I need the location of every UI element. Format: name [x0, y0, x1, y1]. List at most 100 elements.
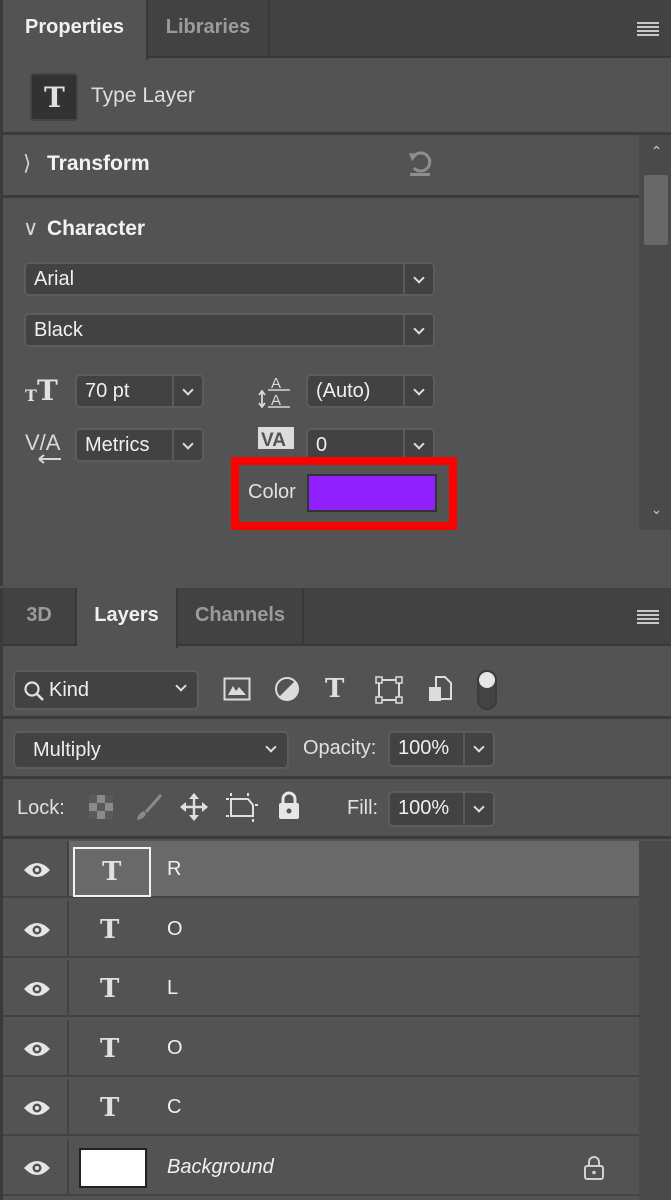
eye-icon [24, 1101, 50, 1115]
fill-input[interactable]: 100% [388, 791, 495, 827]
font-family-dropdown[interactable]: Arial [24, 262, 435, 296]
blend-mode-value: Multiply [33, 739, 101, 761]
opacity-input[interactable]: 100% [388, 731, 495, 767]
layer-name: Background [167, 1155, 274, 1178]
tab-libraries[interactable]: Libraries [148, 0, 270, 58]
layers-scrollbar-track[interactable] [639, 841, 671, 1200]
adjustment-layer-filter-icon[interactable] [274, 676, 300, 702]
font-size-icon: T T [25, 374, 58, 407]
chevron-down-icon [403, 264, 433, 294]
tab-channels[interactable]: Channels [178, 588, 304, 646]
chevron-down-icon [403, 315, 433, 345]
smart-object-filter-icon[interactable] [427, 675, 453, 703]
chevron-down-icon[interactable]: ⌄ [639, 501, 671, 518]
svg-text:VA: VA [261, 430, 286, 451]
character-label: Character [47, 217, 146, 240]
shape-layer-filter-icon[interactable] [375, 676, 403, 704]
chevron-down-icon [257, 733, 287, 767]
lock-transparent-pixels-icon[interactable] [89, 795, 113, 819]
lock-image-pixels-icon[interactable] [134, 792, 164, 822]
properties-panel: Properties Libraries T Type Layer ⟩ Trans… [0, 0, 671, 586]
lock-label: Lock: [17, 797, 65, 819]
eye-icon [24, 1160, 50, 1175]
eye-icon [24, 982, 50, 996]
chevron-down-icon [172, 430, 202, 460]
layer-row[interactable]: T L [3, 960, 639, 1017]
visibility-toggle[interactable] [3, 960, 69, 1015]
tab-3d[interactable]: 3D [3, 588, 77, 646]
tracking-icon: VA [258, 427, 294, 451]
layer-row[interactable]: T R [3, 841, 639, 898]
visibility-toggle[interactable] [3, 1079, 69, 1134]
reset-icon[interactable] [405, 148, 435, 178]
layer-row[interactable]: Background [3, 1138, 639, 1196]
opacity-value: 100% [398, 737, 450, 759]
layer-row[interactable]: T O [3, 900, 639, 958]
blend-mode-dropdown[interactable]: Multiply [13, 731, 289, 769]
fill-value: 100% [398, 797, 450, 819]
pixel-layer-filter-icon[interactable] [223, 677, 251, 701]
font-style-value: Black [34, 319, 83, 341]
kerning-dropdown[interactable]: Metrics [75, 428, 204, 462]
layer-thumbnail: T [73, 1026, 151, 1076]
layer-row[interactable]: T O [3, 1019, 639, 1077]
annotation-highlight-box [231, 457, 457, 530]
layer-thumbnail: T [73, 907, 151, 957]
leading-icon: A A [258, 375, 290, 409]
chevron-down-icon [403, 430, 433, 460]
lock-position-icon[interactable] [179, 792, 209, 822]
layer-name: O [167, 917, 183, 940]
chevron-right-icon: ⟩ [23, 152, 32, 175]
filter-toggle-switch[interactable] [477, 670, 497, 710]
font-style-dropdown[interactable]: Black [24, 313, 435, 347]
layer-name: R [167, 858, 182, 880]
transform-section-header[interactable]: ⟩ Transform [23, 151, 150, 176]
visibility-toggle[interactable] [3, 900, 69, 956]
panel-menu-icon[interactable] [637, 610, 659, 626]
layer-thumbnail: T [73, 847, 151, 897]
divider [3, 776, 671, 779]
type-layer-icon: T [100, 914, 120, 945]
chevron-down-icon [167, 672, 197, 708]
properties-tabbar: Properties Libraries [3, 0, 671, 60]
layer-name: L [167, 977, 179, 999]
layer-thumbnail: T [73, 1085, 151, 1135]
svg-text:V/A: V/A [25, 430, 61, 455]
layers-panel: 3D Layers Channels Kind T Multiply Opaci… [0, 588, 671, 1200]
leading-dropdown[interactable]: (Auto) [306, 374, 435, 408]
font-size-dropdown[interactable]: 70 pt [75, 374, 204, 408]
layer-row[interactable]: T C [3, 1079, 639, 1136]
layers-tabbar: 3D Layers Channels [3, 588, 671, 648]
filter-kind-dropdown[interactable]: Kind [13, 670, 199, 710]
eye-icon [24, 1041, 50, 1056]
chevron-down-icon [463, 733, 493, 765]
divider [3, 195, 639, 198]
divider [3, 716, 671, 719]
transform-label: Transform [47, 152, 150, 175]
scrollbar-thumb[interactable] [644, 175, 668, 245]
tab-properties[interactable]: Properties [3, 0, 148, 60]
visibility-toggle[interactable] [3, 1019, 69, 1075]
properties-scrollbar[interactable]: ⌃ ⌄ [639, 135, 671, 530]
leading-value: (Auto) [316, 380, 371, 402]
chevron-down-icon [172, 376, 202, 406]
eye-icon [24, 863, 50, 877]
filter-kind-label: Kind [49, 679, 90, 701]
lock-artboard-icon[interactable] [225, 792, 259, 822]
type-layer-filter-icon[interactable]: T [325, 674, 344, 704]
kerning-icon: V/A [25, 430, 61, 464]
panel-menu-icon[interactable] [637, 22, 659, 38]
opacity-label: Opacity: [303, 737, 377, 759]
chevron-up-icon[interactable]: ⌃ [639, 143, 671, 160]
character-section-header[interactable]: ∨ Character [23, 216, 145, 241]
chevron-down-icon [403, 376, 433, 406]
font-size-value: 70 pt [85, 380, 130, 402]
chevron-down-icon: ∨ [23, 217, 39, 240]
chevron-down-icon [463, 793, 493, 825]
kerning-value: Metrics [85, 434, 150, 456]
visibility-toggle[interactable] [3, 841, 69, 896]
layer-name: O [167, 1036, 183, 1059]
visibility-toggle[interactable] [3, 1138, 69, 1194]
tab-layers[interactable]: Layers [77, 588, 178, 648]
lock-all-icon[interactable] [277, 791, 301, 821]
